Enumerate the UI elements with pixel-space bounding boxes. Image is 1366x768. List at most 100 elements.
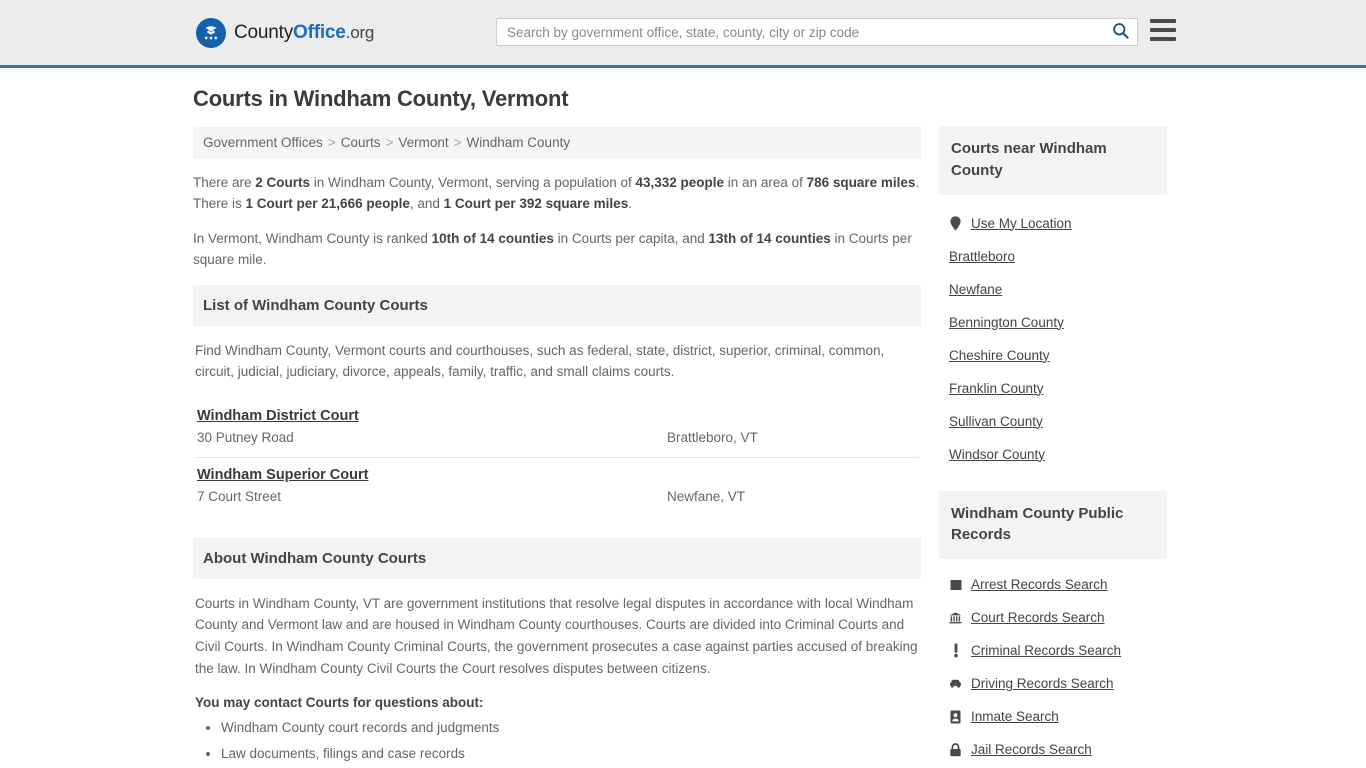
sidebar-item-cheshire-county[interactable]: Cheshire County: [941, 339, 1165, 372]
sidebar-nearby-heading: Courts near Windham County: [939, 126, 1167, 195]
breadcrumb-item-courts[interactable]: Courts: [341, 135, 381, 150]
sidebar-item-label: Criminal Records Search: [971, 643, 1122, 658]
main-content: Government Offices > Courts > Vermont > Windha…: [193, 126, 921, 768]
intro-frag: In Vermont, Windham County is ranked: [193, 230, 432, 246]
sidebar-public-records-heading: Windham County Public Records: [939, 490, 1167, 559]
sidebar: Courts near Windham County Use My Locati…: [939, 126, 1167, 768]
search-icon: [1112, 22, 1129, 42]
list-section-description: Find Windham County, Vermont courts and …: [195, 342, 885, 380]
stat-rank-capita: 10th of 14 counties: [431, 230, 554, 246]
court-link-windham-district-court[interactable]: Windham District Court: [197, 408, 359, 424]
list-item: Windham County court records and judgmen…: [221, 718, 919, 738]
hamburger-bar: [1150, 19, 1176, 23]
site-logo[interactable]: CountyOffice.org: [196, 17, 374, 48]
list-section-heading: List of Windham County Courts: [193, 284, 921, 326]
intro-frag: , and: [409, 195, 444, 211]
about-contact-heading: You may contact Courts for questions abo…: [195, 695, 484, 711]
sidebar-item-sullivan-county[interactable]: Sullivan County: [941, 405, 1165, 438]
intro-frag: in Courts per capita, and: [553, 230, 709, 246]
exclamation-icon: [949, 643, 962, 658]
breadcrumb-item-vermont[interactable]: Vermont: [398, 135, 448, 150]
court-address: 30 Putney Road: [197, 429, 294, 445]
sidebar-item-label: Windsor County: [949, 446, 1046, 462]
search-input[interactable]: [497, 19, 1103, 45]
breadcrumb-separator: >: [385, 135, 394, 150]
sidebar-item-franklin-county[interactable]: Franklin County: [941, 372, 1165, 405]
sidebar-item-inmate-search[interactable]: Inmate Search: [941, 700, 1165, 733]
sidebar-item-label: Use My Location: [971, 215, 1072, 231]
list-item: Law documents, filings and case records: [221, 744, 919, 764]
brand-wordmark: CountyOffice.org: [234, 22, 374, 44]
sidebar-public-records-list: Arrest Records Search Court Records Sear…: [939, 559, 1167, 766]
sidebar-item-brattleboro[interactable]: Brattleboro: [941, 240, 1165, 273]
sidebar-item-criminal-records-search[interactable]: Criminal Records Search: [941, 634, 1165, 667]
court-meta: 30 Putney Road Brattleboro, VT: [197, 430, 917, 445]
stat-per-area: 1 Court per 392 square miles: [443, 195, 629, 211]
car-icon: [949, 678, 962, 689]
hamburger-bar: [1150, 28, 1176, 32]
content-container: Courts in Windham County, Vermont Govern…: [193, 68, 1173, 768]
court-link-windham-superior-court[interactable]: Windham Superior Court: [197, 467, 368, 483]
court-city: Newfane, VT: [667, 488, 746, 504]
hamburger-bar: [1150, 37, 1176, 41]
about-bullet-list: Windham County court records and judgmen…: [195, 718, 919, 768]
intro-paragraph-rank: In Vermont, Windham County is ranked 10t…: [193, 229, 921, 271]
sidebar-item-newfane[interactable]: Newfane: [941, 273, 1165, 306]
sidebar-item-label: Sullivan County: [949, 413, 1043, 429]
page-root: Courts in Windham County, Vermont Govern…: [0, 68, 1366, 768]
sidebar-item-label: Jail Records Search: [971, 742, 1092, 757]
sidebar-item-label: Bennington County: [949, 314, 1064, 330]
eagle-shield-icon: [196, 17, 226, 48]
about-paragraph: Courts in Windham County, VT are governm…: [195, 595, 918, 676]
id-badge-icon: [949, 710, 962, 724]
sidebar-item-label: Driving Records Search: [971, 676, 1114, 691]
stat-court-count: 2 Courts: [255, 175, 311, 190]
sidebar-item-use-my-location[interactable]: Use My Location: [941, 207, 1165, 240]
breadcrumb-item-government-offices[interactable]: Government Offices: [203, 135, 323, 150]
sidebar-item-court-records-search[interactable]: Court Records Search: [941, 601, 1165, 634]
brand-office: Office: [293, 21, 346, 43]
stat-area: 786 square miles: [806, 175, 916, 190]
sidebar-item-arrest-records-search[interactable]: Arrest Records Search: [941, 568, 1165, 601]
stat-population: 43,332 people: [635, 175, 725, 190]
brand-county: County: [234, 21, 294, 43]
lock-icon: [949, 742, 962, 757]
intro-frag: .: [628, 195, 632, 211]
sidebar-item-driving-records-search[interactable]: Driving Records Search: [941, 667, 1165, 700]
table-row: Windham District Court 30 Putney Road Br…: [195, 399, 919, 458]
sidebar-item-label: Arrest Records Search: [971, 577, 1108, 592]
search-button[interactable]: [1103, 19, 1137, 45]
court-city: Brattleboro, VT: [667, 429, 758, 445]
breadcrumb-item-windham-county[interactable]: Windham County: [467, 135, 571, 150]
intro-frag: in Windham County, Vermont, serving a po…: [310, 175, 636, 190]
breadcrumb: Government Offices > Courts > Vermont > Windha…: [193, 126, 921, 159]
intro-frag: There are: [193, 175, 256, 190]
site-header: CountyOffice.org: [0, 0, 1366, 68]
two-column-layout: Government Offices > Courts > Vermont > Windha…: [193, 126, 1173, 768]
intro-text: There are 2 Courts in Windham County, Ve…: [193, 173, 921, 271]
sidebar-item-bennington-county[interactable]: Bennington County: [941, 306, 1165, 339]
page-title: Courts in Windham County, Vermont: [193, 86, 569, 111]
sidebar-nearby-list: Use My Location Brattleboro Newfane Benn…: [939, 195, 1167, 477]
search-bar: [496, 18, 1138, 46]
sidebar-item-label: Cheshire County: [949, 347, 1050, 363]
table-row: Windham Superior Court 7 Court Street Ne…: [195, 458, 919, 516]
about-section-body: Courts in Windham County, VT are governm…: [193, 579, 921, 768]
courthouse-icon: [949, 611, 962, 625]
stat-rank-area: 13th of 14 counties: [708, 230, 831, 246]
sidebar-item-label: Court Records Search: [971, 610, 1105, 625]
sidebar-item-label: Franklin County: [949, 380, 1044, 396]
sidebar-item-windsor-county[interactable]: Windsor County: [941, 438, 1165, 471]
breadcrumb-separator: >: [327, 135, 336, 150]
sidebar-item-label: Inmate Search: [971, 709, 1059, 724]
brand-org: .org: [345, 22, 375, 42]
intro-paragraph-stats: There are 2 Courts in Windham County, Ve…: [193, 173, 921, 215]
list-section-body: Find Windham County, Vermont courts and …: [193, 326, 921, 516]
map-pin-icon: [949, 215, 962, 231]
breadcrumb-separator: >: [453, 135, 462, 150]
court-address: 7 Court Street: [197, 488, 282, 504]
sidebar-item-label: Brattleboro: [949, 248, 1016, 264]
hamburger-menu-icon[interactable]: [1150, 19, 1176, 41]
sidebar-item-jail-records-search[interactable]: Jail Records Search: [941, 733, 1165, 766]
sidebar-item-label: Newfane: [949, 281, 1003, 297]
